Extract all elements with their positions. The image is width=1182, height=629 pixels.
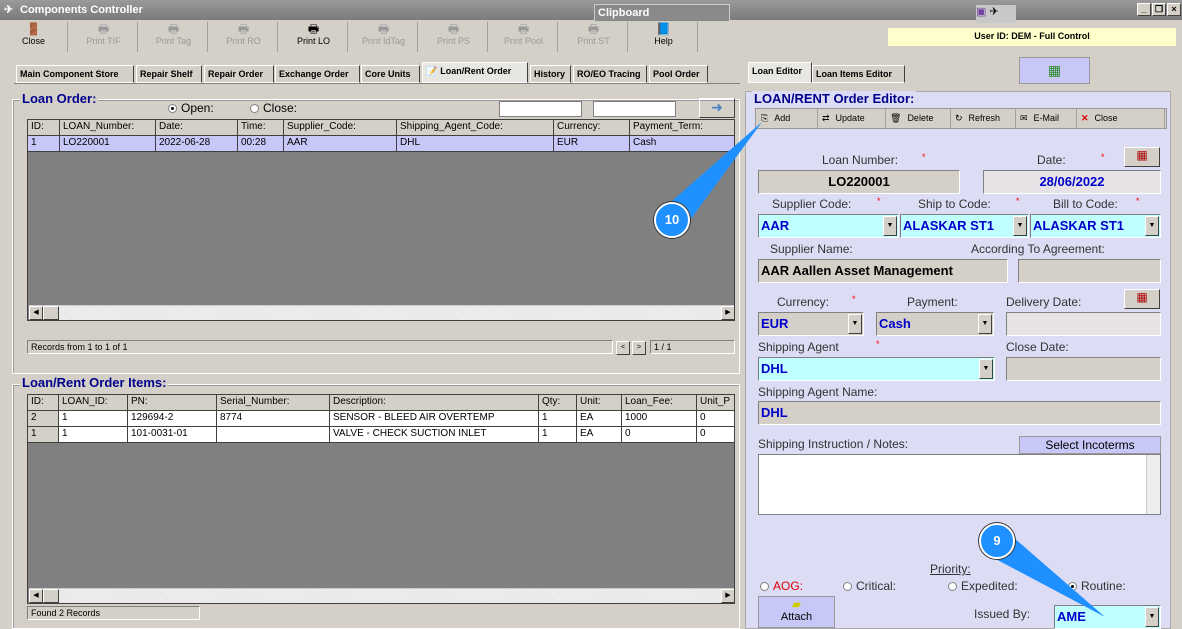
tab-label: Loan/Rent Order (440, 66, 512, 76)
tab-exchange-order[interactable]: Exchange Order (275, 65, 360, 83)
toolbar-label: Print Pool (503, 36, 544, 46)
toolbar-label: Print LO (296, 36, 330, 46)
tab-label: Main Component Store (20, 69, 119, 79)
printer-icon: 🖶 (307, 22, 320, 36)
email-icon: ✉ (1020, 113, 1028, 123)
toolbar-print-ps-button[interactable]: 🖶 Print PS (420, 22, 488, 52)
printer-icon: 🖶 (447, 22, 460, 36)
tab-loan-rent-order[interactable]: 📝 Loan/Rent Order (422, 62, 528, 83)
tab-label: History (534, 69, 566, 79)
toolbar-label: Print IdTag (361, 36, 406, 46)
tab-label: Exchange Order (279, 69, 349, 79)
door-icon: 🚪 (26, 22, 41, 36)
toolbar-label: Close (21, 36, 45, 46)
notepad-icon: 📝 (426, 66, 438, 76)
toolbar-label: Print ST (577, 36, 610, 46)
toolbar-print-st-button[interactable]: 🖶 Print ST (560, 22, 628, 52)
editor-button-label: Update (835, 113, 865, 123)
toolbar-help-button[interactable]: 📘 Help (630, 22, 698, 52)
callout-10: 10 (654, 202, 690, 238)
tab-ro-eo-tracing[interactable]: RO/EO Tracing (573, 65, 647, 83)
editor-email-button[interactable]: ✉ E-Mail (1016, 109, 1077, 128)
printer-icon: 🖶 (587, 22, 600, 36)
toolbar-print-idtag-button[interactable]: 🖶 Print IdTag (350, 22, 418, 52)
tab-repair-order[interactable]: Repair Order (204, 65, 274, 83)
printer-icon: 🖶 (517, 22, 530, 36)
add-icon: ⎘ (761, 113, 769, 123)
editor-close-button[interactable]: ✕ Close (1077, 109, 1165, 128)
printer-icon: 🖶 (377, 22, 390, 36)
delete-icon: 🗑 (890, 113, 902, 123)
toolbar-label: Print Tag (155, 36, 192, 46)
toolbar-label: Print PS (436, 36, 470, 46)
help-book-icon: 📘 (656, 22, 671, 36)
close-icon: ✕ (1081, 113, 1089, 123)
editor-update-button[interactable]: ⇄ Update (818, 109, 886, 128)
editor-button-label: E-Mail (1033, 113, 1060, 123)
editor-button-label: Refresh (968, 113, 1001, 123)
printer-icon: 🖶 (97, 22, 110, 36)
tab-history[interactable]: History (530, 65, 571, 83)
editor-add-button[interactable]: ⎘ Add (757, 109, 818, 128)
toolbar-print-tag-button[interactable]: 🖶 Print Tag (140, 22, 208, 52)
editor-button-label: Delete (907, 113, 934, 123)
editor-button-label: Add (774, 113, 791, 123)
tab-label: Pool Order (653, 69, 700, 79)
printer-icon: 🖶 (167, 22, 180, 36)
tab-label: Repair Order (208, 69, 264, 79)
callout-9: 9 (979, 523, 1015, 559)
editor-button-label: Close (1094, 113, 1118, 123)
toolbar-close-button[interactable]: 🚪 Close (0, 22, 68, 52)
toolbar-label: Print TIF (86, 36, 121, 46)
editor-refresh-button[interactable]: ↻ Refresh (951, 109, 1016, 128)
tab-pool-order[interactable]: Pool Order (649, 65, 708, 83)
tab-label: RO/EO Tracing (577, 69, 641, 79)
toolbar-print-pool-button[interactable]: 🖶 Print Pool (490, 22, 558, 52)
printer-icon: 🖶 (237, 22, 250, 36)
editor-delete-button[interactable]: 🗑 Delete (886, 109, 951, 128)
update-icon: ⇄ (822, 113, 830, 123)
refresh-icon: ↻ (955, 113, 963, 123)
tab-main-component-store[interactable]: Main Component Store (16, 65, 134, 83)
tab-repair-shelf[interactable]: Repair Shelf (136, 65, 202, 83)
toolbar-print-ro-button[interactable]: 🖶 Print RO (210, 22, 278, 52)
toolbar-label: Help (654, 36, 673, 46)
toolbar-label: Print RO (226, 36, 261, 46)
toolbar-print-tif-button[interactable]: 🖶 Print TIF (70, 22, 138, 52)
tab-core-units[interactable]: Core Units (361, 65, 420, 83)
tab-label: Repair Shelf (140, 69, 193, 79)
toolbar-print-lo-button[interactable]: 🖶 Print LO (280, 22, 348, 52)
tab-label: Core Units (365, 69, 411, 79)
